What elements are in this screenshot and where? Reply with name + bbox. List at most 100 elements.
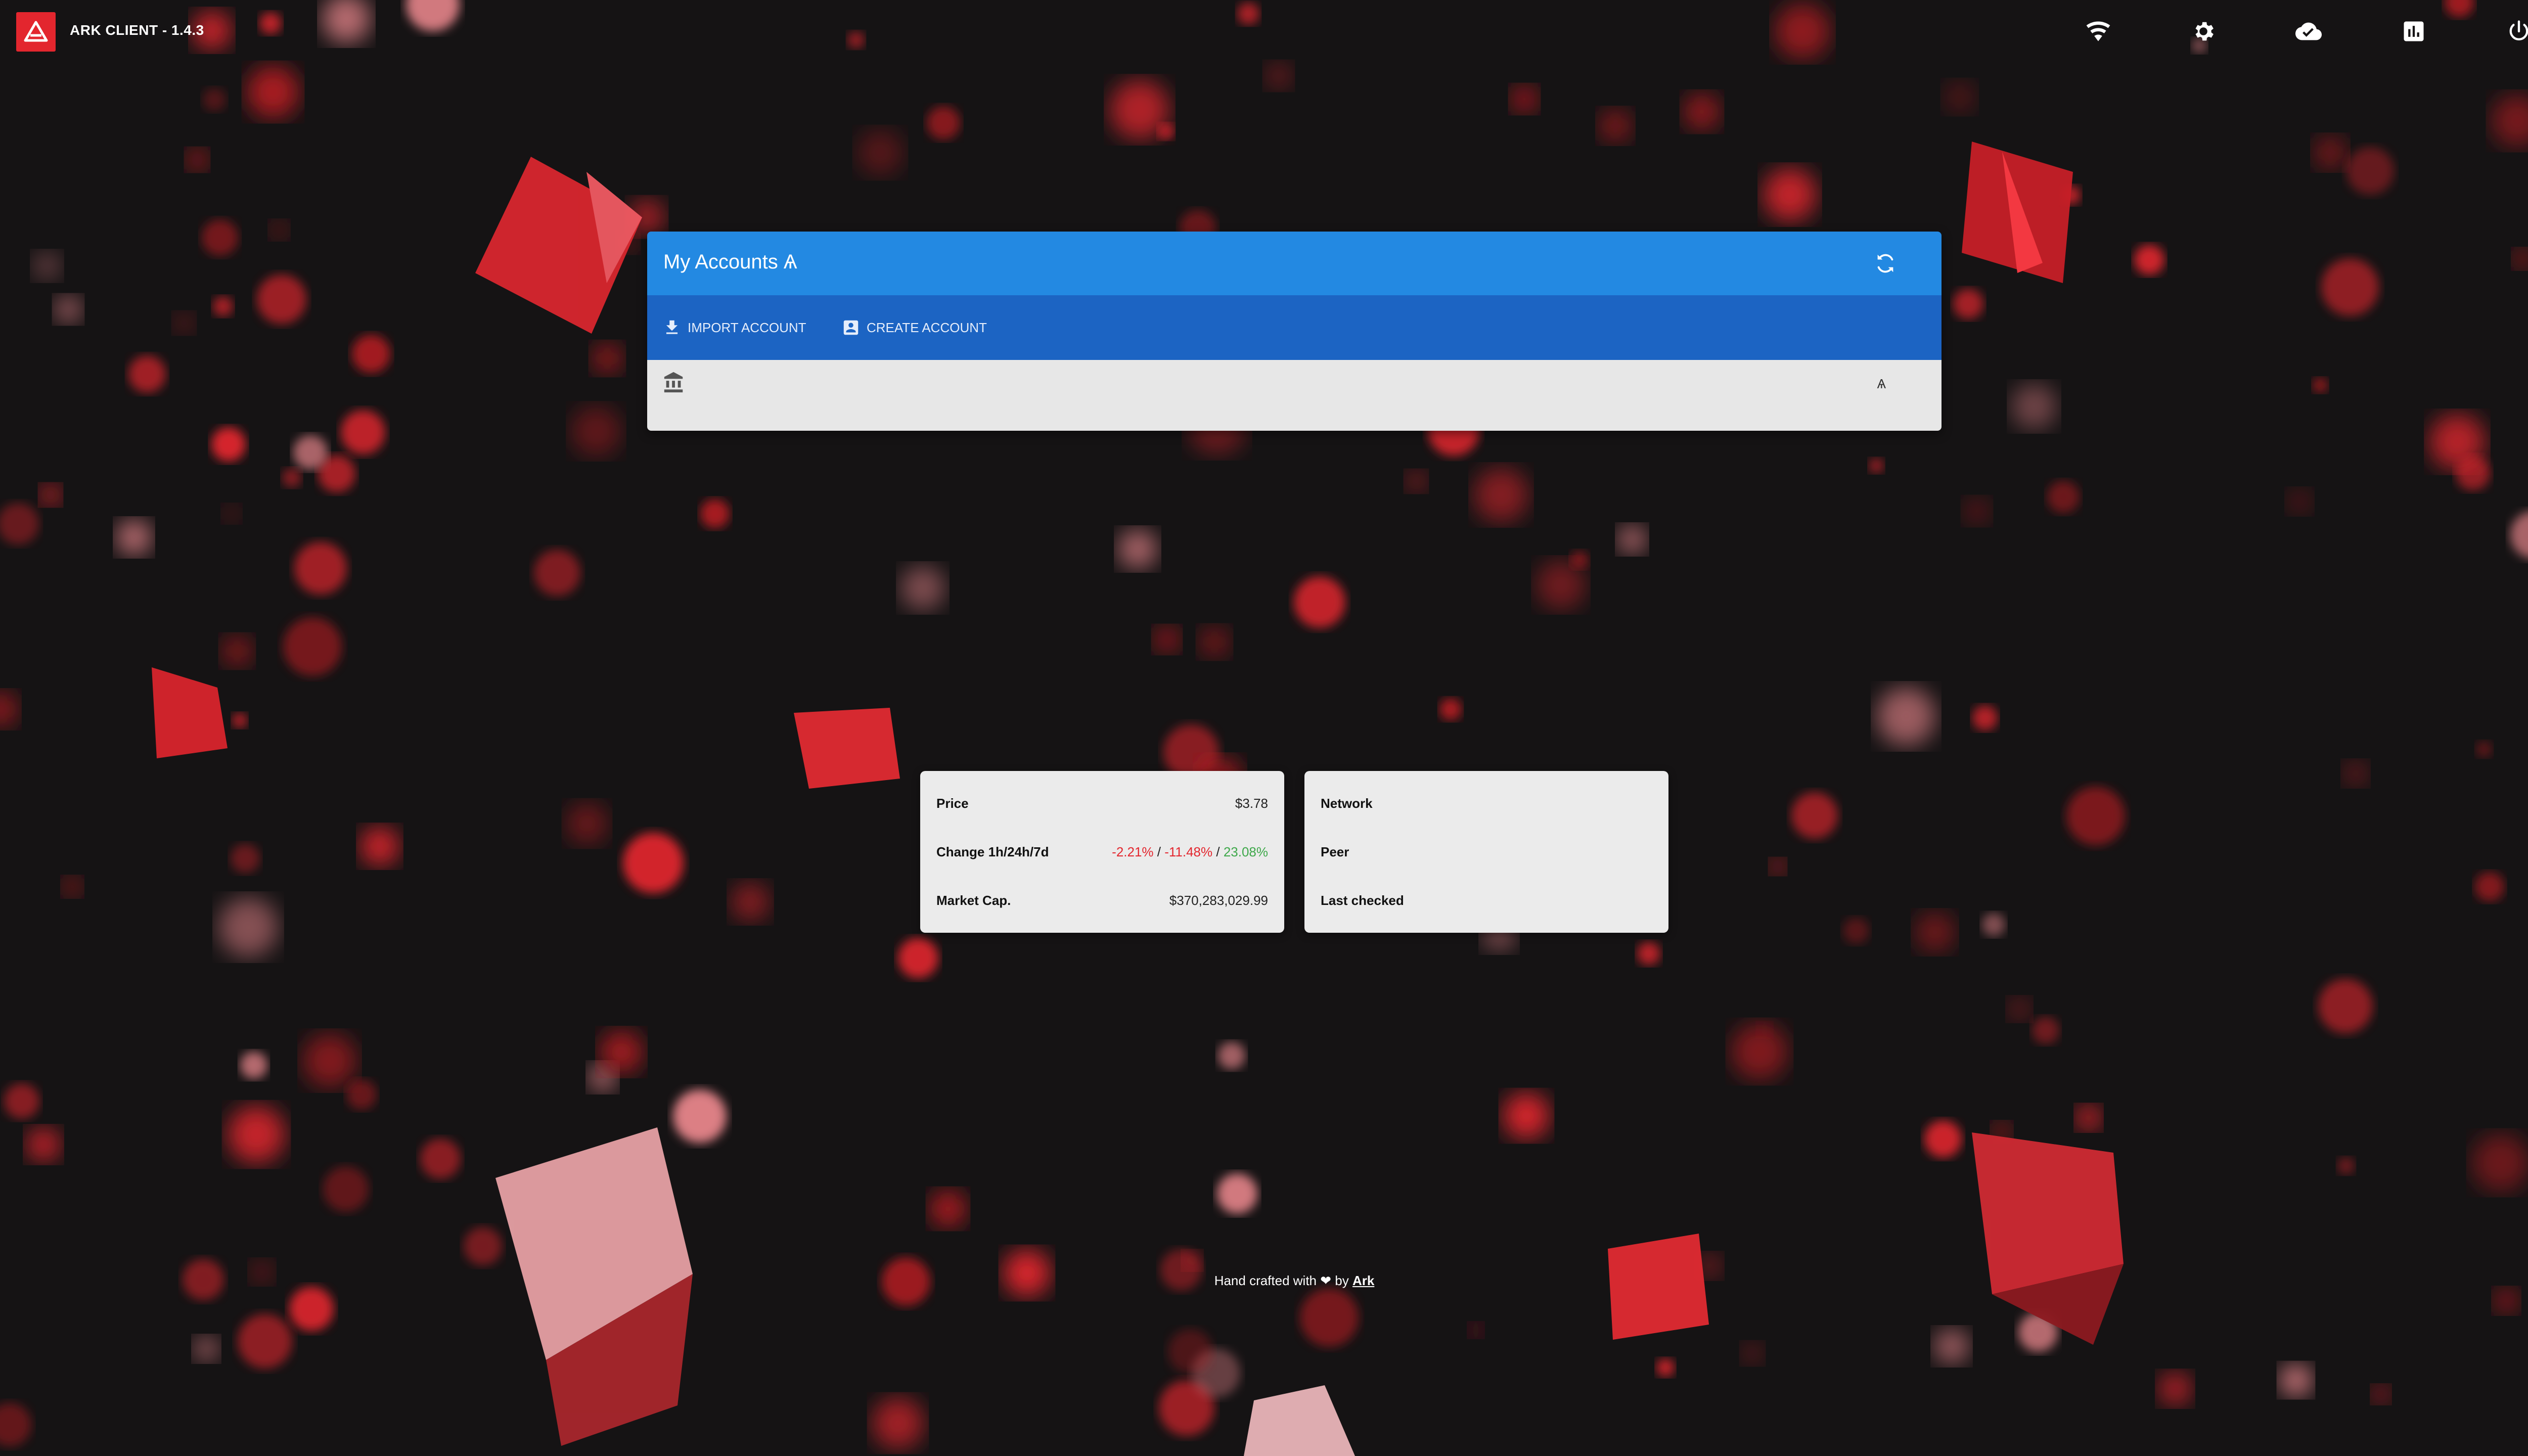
background-blob xyxy=(1877,687,1935,746)
wifi-icon[interactable] xyxy=(2085,18,2111,44)
background-blob xyxy=(323,1166,369,1212)
background-blob xyxy=(203,88,226,111)
background-blob xyxy=(2321,258,2379,316)
background-blob xyxy=(2287,489,2312,514)
network-card: Network Peer Last checked xyxy=(1304,771,1668,933)
background-blob xyxy=(2343,761,2368,786)
background-blob xyxy=(0,1403,31,1446)
network-label: Network xyxy=(1321,795,1373,811)
background-blob xyxy=(128,355,166,393)
background-blob xyxy=(221,635,253,667)
background-blob xyxy=(55,296,82,323)
import-account-label: IMPORT ACCOUNT xyxy=(688,320,806,335)
background-blob xyxy=(1637,942,1660,965)
price-label: Price xyxy=(936,795,969,811)
background-blob xyxy=(1963,497,1991,525)
background-blob xyxy=(2476,741,2492,757)
background-blob xyxy=(2313,378,2328,393)
download-icon xyxy=(666,320,678,334)
background-blob xyxy=(1683,93,1721,130)
footer: Hand crafted with ❤ by Ark xyxy=(0,1273,2528,1289)
accounts-header: My Accounts Ѧ xyxy=(647,232,1942,295)
background-blob xyxy=(898,938,938,978)
market-cap-row: Market Cap. $370,283,029.99 xyxy=(936,890,1268,911)
background-blob xyxy=(1439,698,1462,720)
change-24h: -11.48% xyxy=(1164,844,1213,859)
account-box-icon xyxy=(843,320,859,335)
background-blob xyxy=(1869,458,1884,473)
background-blob xyxy=(232,713,247,728)
ark-link[interactable]: Ark xyxy=(1352,1273,1374,1288)
background-blob xyxy=(303,1034,356,1087)
create-account-button[interactable]: CREATE ACCOUNT xyxy=(841,313,987,342)
accounts-title: My Accounts Ѧ xyxy=(663,251,797,273)
analytics-chart-icon[interactable] xyxy=(2401,18,2427,44)
market-cap-value: $370,283,029.99 xyxy=(1169,892,1268,908)
background-blob xyxy=(2076,1105,2101,1130)
background-blob xyxy=(269,220,289,240)
background-blob xyxy=(1511,85,1538,113)
background-blob xyxy=(202,219,238,256)
price-row: Price $3.78 xyxy=(936,793,1268,813)
background-blob xyxy=(228,1106,285,1163)
account-row[interactable]: Ѧ xyxy=(647,360,1942,431)
my-accounts-card: My Accounts Ѧ IMPORT ACCOUNT CREATE ACCO… xyxy=(647,232,1942,431)
change-1h: -2.21% xyxy=(1112,844,1154,859)
background-blob xyxy=(0,692,18,727)
background-blob xyxy=(1763,168,1817,221)
settings-gear-icon[interactable] xyxy=(2190,18,2217,44)
background-blob xyxy=(2032,1017,2059,1044)
background-blob xyxy=(26,1127,61,1162)
background-blob xyxy=(700,499,730,528)
background-blob xyxy=(1843,918,1869,944)
background-blob xyxy=(1118,529,1157,569)
background-blob xyxy=(2494,1288,2519,1313)
background-blob xyxy=(257,275,306,324)
background-blob xyxy=(927,106,960,140)
background-blob xyxy=(1953,289,1983,319)
background-blob xyxy=(900,566,945,610)
last-checked-row: Last checked xyxy=(1321,890,1652,911)
background-blob xyxy=(1468,1323,1483,1338)
background-blob xyxy=(731,882,770,922)
import-account-button[interactable]: IMPORT ACCOUNT xyxy=(662,313,806,342)
ark-logo[interactable] xyxy=(16,12,56,52)
change-values: -2.21% / -11.48% / 23.08% xyxy=(1112,844,1268,860)
change-sep-2: / xyxy=(1212,844,1224,859)
background-blob xyxy=(534,550,580,596)
background-blob xyxy=(218,897,278,957)
background-blob xyxy=(857,129,904,176)
background-blob xyxy=(346,1079,377,1110)
background-blob xyxy=(186,149,208,171)
background-blob xyxy=(2513,249,2528,269)
cloud-icon[interactable] xyxy=(2295,18,2322,44)
background-blob xyxy=(1924,1120,1962,1158)
background-blob xyxy=(2372,1385,2390,1403)
background-blob xyxy=(2314,136,2347,169)
background-blob xyxy=(1265,62,1292,89)
background-blob xyxy=(1199,626,1230,658)
background-blob xyxy=(1406,471,1427,492)
create-account-label: CREATE ACCOUNT xyxy=(867,320,987,335)
background-blob xyxy=(566,802,608,845)
background-blob xyxy=(1599,109,1632,143)
background-blob xyxy=(2158,1372,2192,1405)
background-blob xyxy=(2510,512,2528,558)
background-blob xyxy=(571,406,621,457)
refresh-icon[interactable] xyxy=(1874,252,1897,275)
price-value: $3.78 xyxy=(1235,795,1268,811)
background-blob xyxy=(1972,705,1998,731)
change-row: Change 1h/24h/7d -2.21% / -11.48% / 23.0… xyxy=(936,842,1268,862)
background-blob xyxy=(1110,80,1169,140)
background-blob xyxy=(2066,787,2125,845)
background-blob xyxy=(1656,1358,1675,1377)
background-blob xyxy=(2475,872,2504,901)
background-blob xyxy=(231,844,260,873)
ark-symbol: Ѧ xyxy=(1877,376,1886,391)
background-blob xyxy=(1982,913,2005,936)
power-icon[interactable] xyxy=(2506,18,2528,44)
background-blob xyxy=(352,335,390,373)
ark-logo-icon xyxy=(24,21,48,42)
background-blob xyxy=(1934,1329,1969,1364)
background-blob xyxy=(293,435,328,470)
